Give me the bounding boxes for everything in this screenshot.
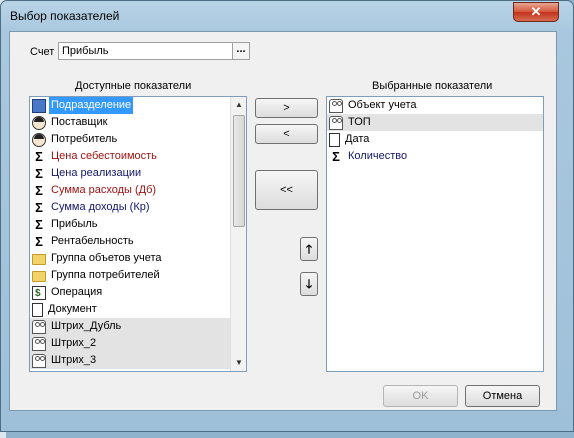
list-item-label: Штрих_Дубль [51, 320, 122, 332]
list-item-label: Документ [48, 303, 97, 315]
list-item[interactable]: Σ Количество [327, 148, 543, 165]
ok-button[interactable]: OK [383, 385, 458, 407]
title-bar[interactable]: Выбор показателей ✕ [1, 1, 573, 31]
list-item-label: Сумма доходы (Кр) [51, 201, 150, 213]
operation-icon [32, 285, 46, 302]
dialog-body: Счет Прибыль ... Доступные показатели Вы… [9, 31, 557, 411]
list-item[interactable]: Подразделение [30, 97, 230, 114]
list-item[interactable]: Документ [30, 301, 230, 318]
account-field[interactable]: Прибыль [58, 42, 234, 60]
list-item[interactable]: Σ Цена себестоимость [30, 148, 230, 165]
list-item[interactable]: Штрих_Дубль [30, 318, 230, 335]
group-icon [32, 336, 46, 351]
dialog-window: Выбор показателей ✕ Счет Прибыль ... Дос… [0, 0, 574, 432]
account-browse-button[interactable]: ... [232, 42, 250, 60]
folder-icon [32, 271, 46, 282]
list-item-label: Штрих_3 [51, 354, 97, 366]
list-item[interactable]: Потребитель [30, 131, 230, 148]
person-icon [32, 115, 46, 130]
sigma-icon: Σ [35, 165, 43, 181]
scroll-thumb[interactable] [233, 115, 245, 227]
list-item-label: Сумма расходы (Дб) [51, 184, 157, 196]
selected-list[interactable]: Объект учета ТОП Дата Σ Количество [326, 96, 544, 372]
list-item-label: Дата [345, 133, 370, 145]
available-list[interactable]: Подразделение Поставщик Потребитель Σ Цена с… [29, 96, 247, 372]
list-item-label: Поставщик [51, 116, 108, 128]
list-item-label: ТОП [348, 116, 371, 128]
scroll-down-icon[interactable]: ▼ [231, 355, 246, 371]
list-item[interactable]: Σ Прибыль [30, 216, 230, 233]
sigma-icon: Σ [35, 233, 43, 249]
window-title: Выбор показателей [10, 9, 120, 23]
sigma-icon: Σ [35, 182, 43, 198]
list-item-label: Операция [51, 286, 103, 298]
available-caption: Доступные показатели [75, 80, 192, 92]
list-item[interactable]: Σ Цена реализации [30, 165, 230, 182]
list-item[interactable]: Штрих_3 [30, 352, 230, 369]
selected-caption: Выбранные показатели [372, 80, 493, 92]
list-item-label: Штрих_2 [51, 337, 97, 349]
remove-button[interactable]: < [255, 124, 318, 144]
list-item-label: Количество [348, 150, 408, 162]
house-icon [32, 98, 46, 113]
list-item[interactable]: Группа объетов учета [30, 250, 230, 267]
list-item[interactable]: Поставщик [30, 114, 230, 131]
list-item[interactable]: Дата [327, 131, 543, 148]
move-down-button[interactable]: 🡓 [300, 272, 318, 296]
person-icon [32, 132, 46, 147]
list-item-label: Рентабельность [51, 235, 134, 247]
document-icon [329, 132, 340, 147]
group-icon [32, 319, 46, 334]
list-item-label: Цена реализации [51, 167, 142, 179]
list-item[interactable]: Штрих_2 [30, 335, 230, 352]
available-scrollbar[interactable]: ▲ ▼ [230, 97, 246, 371]
cancel-button[interactable]: Отмена [465, 385, 540, 407]
document-icon [32, 302, 43, 317]
list-item[interactable]: Операция [30, 284, 230, 302]
remove-all-button[interactable]: << [255, 170, 318, 210]
close-button[interactable]: ✕ [513, 2, 559, 22]
list-item[interactable]: Σ Сумма доходы (Кр) [30, 199, 230, 216]
list-item[interactable]: Объект учета [327, 97, 543, 114]
scroll-up-icon[interactable]: ▲ [231, 97, 246, 113]
sigma-icon: Σ [35, 199, 43, 215]
move-up-button[interactable]: 🡑 [300, 237, 318, 261]
list-item[interactable]: Группа потребителей [30, 267, 230, 284]
account-label: Счет [30, 46, 55, 58]
list-item[interactable]: Σ Сумма расходы (Дб) [30, 182, 230, 199]
list-item-label: Прибыль [51, 218, 98, 230]
sigma-icon: Σ [332, 148, 340, 164]
sigma-icon: Σ [35, 216, 43, 232]
list-item-label: Группа потребителей [51, 269, 160, 281]
list-item[interactable]: Σ Рентабельность [30, 233, 230, 250]
group-icon [329, 115, 343, 130]
folder-icon [32, 254, 46, 265]
list-item-label: Потребитель [51, 133, 118, 145]
group-icon [329, 98, 343, 113]
list-item-label: Цена себестоимость [51, 150, 157, 162]
list-item-label: Группа объетов учета [51, 252, 162, 264]
list-item[interactable]: ТОП [327, 114, 543, 131]
list-item-label: Подразделение [49, 97, 134, 114]
list-item-label: Объект учета [348, 99, 417, 111]
sigma-icon: Σ [35, 148, 43, 164]
group-icon [32, 353, 46, 368]
add-button[interactable]: > [255, 98, 318, 118]
